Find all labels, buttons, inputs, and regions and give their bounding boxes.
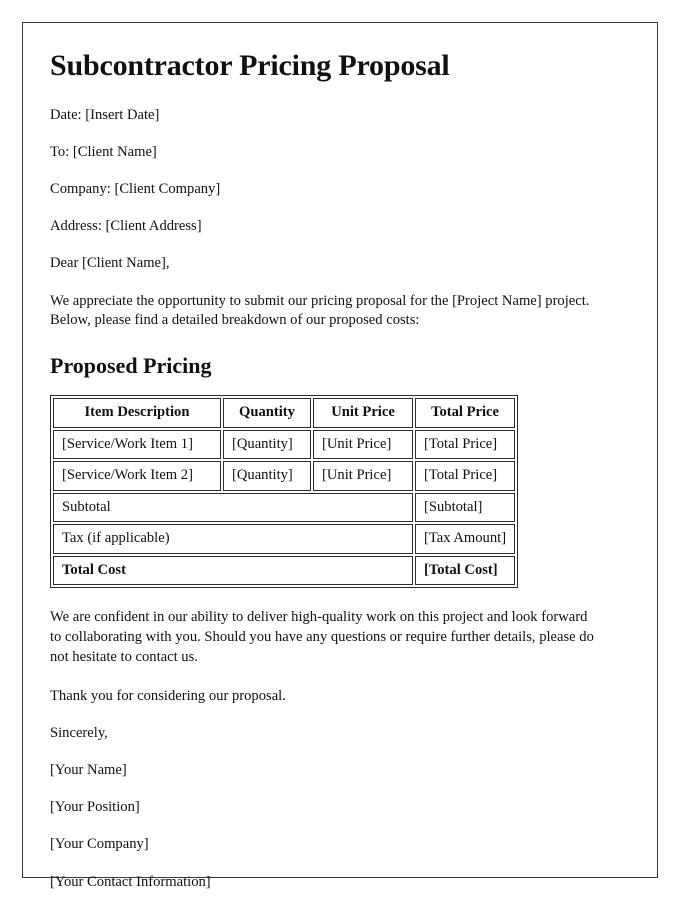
document-page: Subcontractor Pricing Proposal Date: [In… — [22, 22, 658, 890]
column-header-total-price: Total Price — [415, 398, 516, 428]
pricing-table-head: Item Description Quantity Unit Price Tot… — [53, 398, 516, 428]
cell-total-cost-label: Total Cost — [53, 555, 413, 586]
closing-paragraph: We are confident in our ability to deliv… — [50, 609, 594, 665]
column-header-item-description: Item Description — [53, 398, 221, 428]
pricing-table-body: [Service/Work Item 1] [Quantity] [Unit P… — [53, 429, 516, 586]
meta-line-address: Address: [Client Address] — [50, 218, 202, 235]
table-row-tax: Tax (if applicable) [Tax Amount] — [53, 524, 516, 554]
sign-off: Sincerely, — [50, 724, 108, 741]
column-header-quantity: Quantity — [223, 398, 311, 428]
pricing-table: Item Description Quantity Unit Price Tot… — [50, 395, 519, 589]
signature-your-company: [Your Company] — [50, 836, 149, 853]
column-header-unit-price: Unit Price — [313, 398, 413, 428]
cell-subtotal-value: [Subtotal] — [415, 492, 516, 523]
section-heading-proposed-pricing: Proposed Pricing — [50, 353, 212, 379]
intro-paragraph: We appreciate the opportunity to submit … — [50, 292, 590, 329]
document-body: Subcontractor Pricing Proposal Date: [In… — [23, 23, 657, 891]
signature-your-contact-information: [Your Contact Information] — [50, 873, 211, 890]
cell-unit-price: [Unit Price] — [313, 429, 413, 460]
cell-total-cost-value: [Total Cost] — [415, 555, 516, 586]
signature-your-position: [Your Position] — [50, 799, 140, 816]
table-row: [Service/Work Item 1] [Quantity] [Unit P… — [53, 429, 516, 460]
cell-quantity: [Quantity] — [223, 429, 311, 460]
table-row-total-cost: Total Cost [Total Cost] — [53, 555, 516, 586]
cell-tax-label: Tax (if applicable) — [53, 524, 413, 554]
thank-you-line: Thank you for considering our proposal. — [50, 687, 286, 704]
meta-line-company: Company: [Client Company] — [50, 180, 221, 197]
meta-line-date: Date: [Insert Date] — [50, 106, 160, 123]
table-row: [Service/Work Item 2] [Quantity] [Unit P… — [53, 461, 516, 491]
cell-quantity: [Quantity] — [223, 461, 311, 491]
table-header-row: Item Description Quantity Unit Price Tot… — [53, 398, 516, 428]
cell-item-description: [Service/Work Item 2] — [53, 461, 221, 491]
salutation: Dear [Client Name], — [50, 255, 170, 272]
cell-total-price: [Total Price] — [415, 461, 516, 491]
table-row-subtotal: Subtotal [Subtotal] — [53, 492, 516, 523]
cell-item-description: [Service/Work Item 1] — [53, 429, 221, 460]
meta-line-recipient: To: [Client Name] — [50, 143, 157, 160]
page-title: Subcontractor Pricing Proposal — [50, 49, 450, 82]
cell-subtotal-label: Subtotal — [53, 492, 413, 523]
signature-your-name: [Your Name] — [50, 761, 127, 778]
cell-unit-price: [Unit Price] — [313, 461, 413, 491]
cell-total-price: [Total Price] — [415, 429, 516, 460]
cell-tax-value: [Tax Amount] — [415, 524, 516, 554]
